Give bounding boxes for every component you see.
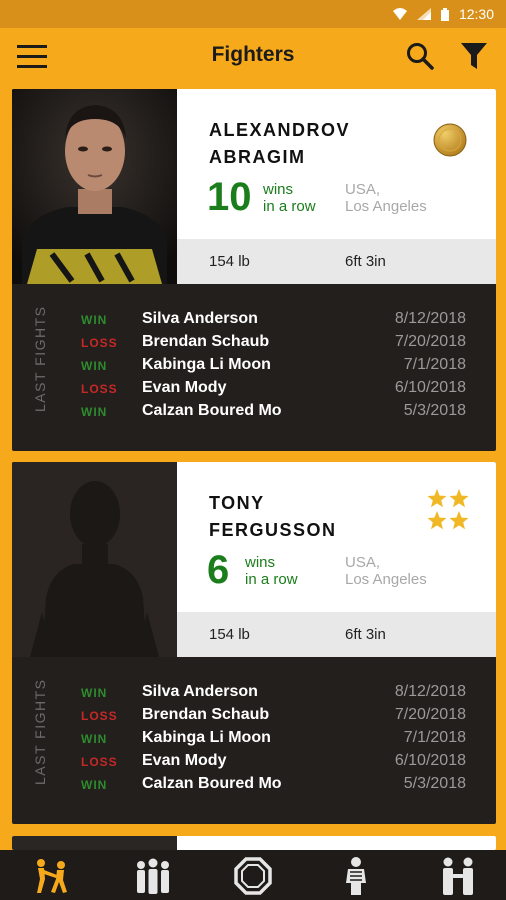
fight-date: 8/12/2018 (394, 310, 466, 327)
fight-opponent: Silva Anderson (142, 310, 258, 327)
fighter-photo (12, 836, 177, 850)
search-icon (407, 43, 434, 70)
fight-result: LOSS (81, 382, 118, 396)
referee-icon (346, 857, 366, 895)
fight-row[interactable]: LOSS Brendan Schaub 7/20/2018 (12, 331, 496, 354)
fight-date: 7/1/2018 (403, 729, 466, 746)
win-streak-label: wins in a row (263, 181, 316, 215)
fight-result: WIN (81, 313, 108, 327)
coach-handshake-icon (443, 857, 473, 895)
fight-row[interactable]: WIN Silva Anderson 8/12/2018 (12, 308, 496, 331)
fight-date: 6/10/2018 (394, 379, 466, 396)
nav-teams[interactable] (133, 856, 173, 896)
fight-opponent: Brendan Schaub (142, 706, 270, 723)
filter-button[interactable] (458, 40, 490, 72)
fight-row[interactable]: WIN Silva Anderson 8/12/2018 (12, 681, 496, 704)
fighter-stats: 154 lb 6ft 3in (177, 612, 496, 657)
fighter-name: ALEXANDROV ABRAGIM (209, 120, 351, 167)
win-streak-count: 10 (207, 175, 252, 219)
fighter-card-partial[interactable] (12, 836, 496, 850)
win-streak-count: 6 (207, 548, 230, 592)
last-fights: LAST FIGHTS WIN Silva Anderson 8/12/2018… (12, 657, 496, 824)
fight-result: LOSS (81, 755, 118, 769)
fight-date: 5/3/2018 (403, 775, 466, 792)
fight-opponent: Silva Anderson (142, 683, 258, 700)
fighters-kick-icon (37, 859, 67, 893)
fight-row[interactable]: WIN Calzan Boured Mo 5/3/2018 (12, 400, 496, 423)
fight-date: 7/20/2018 (394, 333, 466, 350)
fight-date: 7/20/2018 (394, 706, 466, 723)
fighter-card[interactable]: ALEXANDROV ABRAGIM 10 wins in a row USA, (12, 89, 496, 451)
fight-row[interactable]: WIN Calzan Boured Mo 5/3/2018 (12, 773, 496, 796)
fight-row[interactable]: WIN Kabinga Li Moon 7/1/2018 (12, 354, 496, 377)
fight-date: 6/10/2018 (394, 752, 466, 769)
fight-date: 7/1/2018 (403, 356, 466, 373)
fighter-weight: 154 lb (209, 626, 250, 643)
page-title: Fighters (211, 43, 295, 66)
fight-date: 8/12/2018 (394, 683, 466, 700)
fight-opponent: Kabinga Li Moon (142, 729, 271, 746)
nav-referees[interactable] (336, 856, 376, 896)
fight-row[interactable]: WIN Kabinga Li Moon 7/1/2018 (12, 727, 496, 750)
status-time: 12:30 (458, 6, 494, 22)
nav-fighters[interactable] (32, 856, 72, 896)
fight-result: WIN (81, 359, 108, 373)
fighter-info: TONY FERGUSSON 6 wins in a row USA, Los … (177, 462, 496, 612)
fight-row[interactable]: LOSS Evan Mody 6/10/2018 (12, 377, 496, 400)
fighter-location: USA, Los Angeles (345, 181, 427, 215)
nav-coaches[interactable] (438, 856, 478, 896)
fight-result: LOSS (81, 336, 118, 350)
app-bar: Fighters (0, 28, 506, 82)
fight-date: 5/3/2018 (403, 402, 466, 419)
last-fights: LAST FIGHTS WIN Silva Anderson 8/12/2018… (12, 284, 496, 451)
fighter-photo-placeholder (12, 462, 177, 657)
signal-icon (416, 8, 431, 20)
status-bar: 12:30 (0, 0, 506, 28)
octagon-cage-icon (234, 857, 272, 895)
fighter-stats: 154 lb 6ft 3in (177, 239, 496, 284)
fight-result: WIN (81, 686, 108, 700)
four-stars-icon (427, 488, 471, 537)
fight-opponent: Kabinga Li Moon (142, 356, 271, 373)
filter-icon (461, 43, 487, 69)
battery-icon (440, 7, 449, 21)
fighter-location: USA, Los Angeles (345, 554, 427, 588)
menu-button[interactable] (16, 40, 48, 72)
fight-result: WIN (81, 405, 108, 419)
bottom-nav (0, 850, 506, 900)
fight-row[interactable]: LOSS Brendan Schaub 7/20/2018 (12, 704, 496, 727)
search-button[interactable] (404, 40, 436, 72)
fighter-height: 6ft 3in (345, 626, 386, 643)
fighter-photo (12, 89, 177, 284)
fight-row[interactable]: LOSS Evan Mody 6/10/2018 (12, 750, 496, 773)
wifi-icon (392, 8, 407, 20)
hamburger-menu-icon (17, 45, 47, 68)
fight-opponent: Evan Mody (142, 752, 227, 769)
fighter-info: ALEXANDROV ABRAGIM 10 wins in a row USA, (177, 89, 496, 239)
teams-group-icon (137, 858, 169, 894)
fight-result: WIN (81, 732, 108, 746)
gold-medal-icon (433, 123, 467, 162)
nav-events[interactable] (233, 856, 273, 896)
fight-opponent: Evan Mody (142, 379, 227, 396)
fight-result: LOSS (81, 709, 118, 723)
fighter-card[interactable]: TONY FERGUSSON 6 wins in a row USA, Los … (12, 462, 496, 824)
win-streak-label: wins in a row (245, 554, 298, 588)
fight-result: WIN (81, 778, 108, 792)
fighter-name: TONY FERGUSSON (209, 493, 337, 540)
fight-opponent: Brendan Schaub (142, 333, 270, 350)
fight-opponent: Calzan Boured Mo (142, 402, 282, 419)
fighter-weight: 154 lb (209, 253, 250, 270)
fighter-height: 6ft 3in (345, 253, 386, 270)
fight-opponent: Calzan Boured Mo (142, 775, 282, 792)
